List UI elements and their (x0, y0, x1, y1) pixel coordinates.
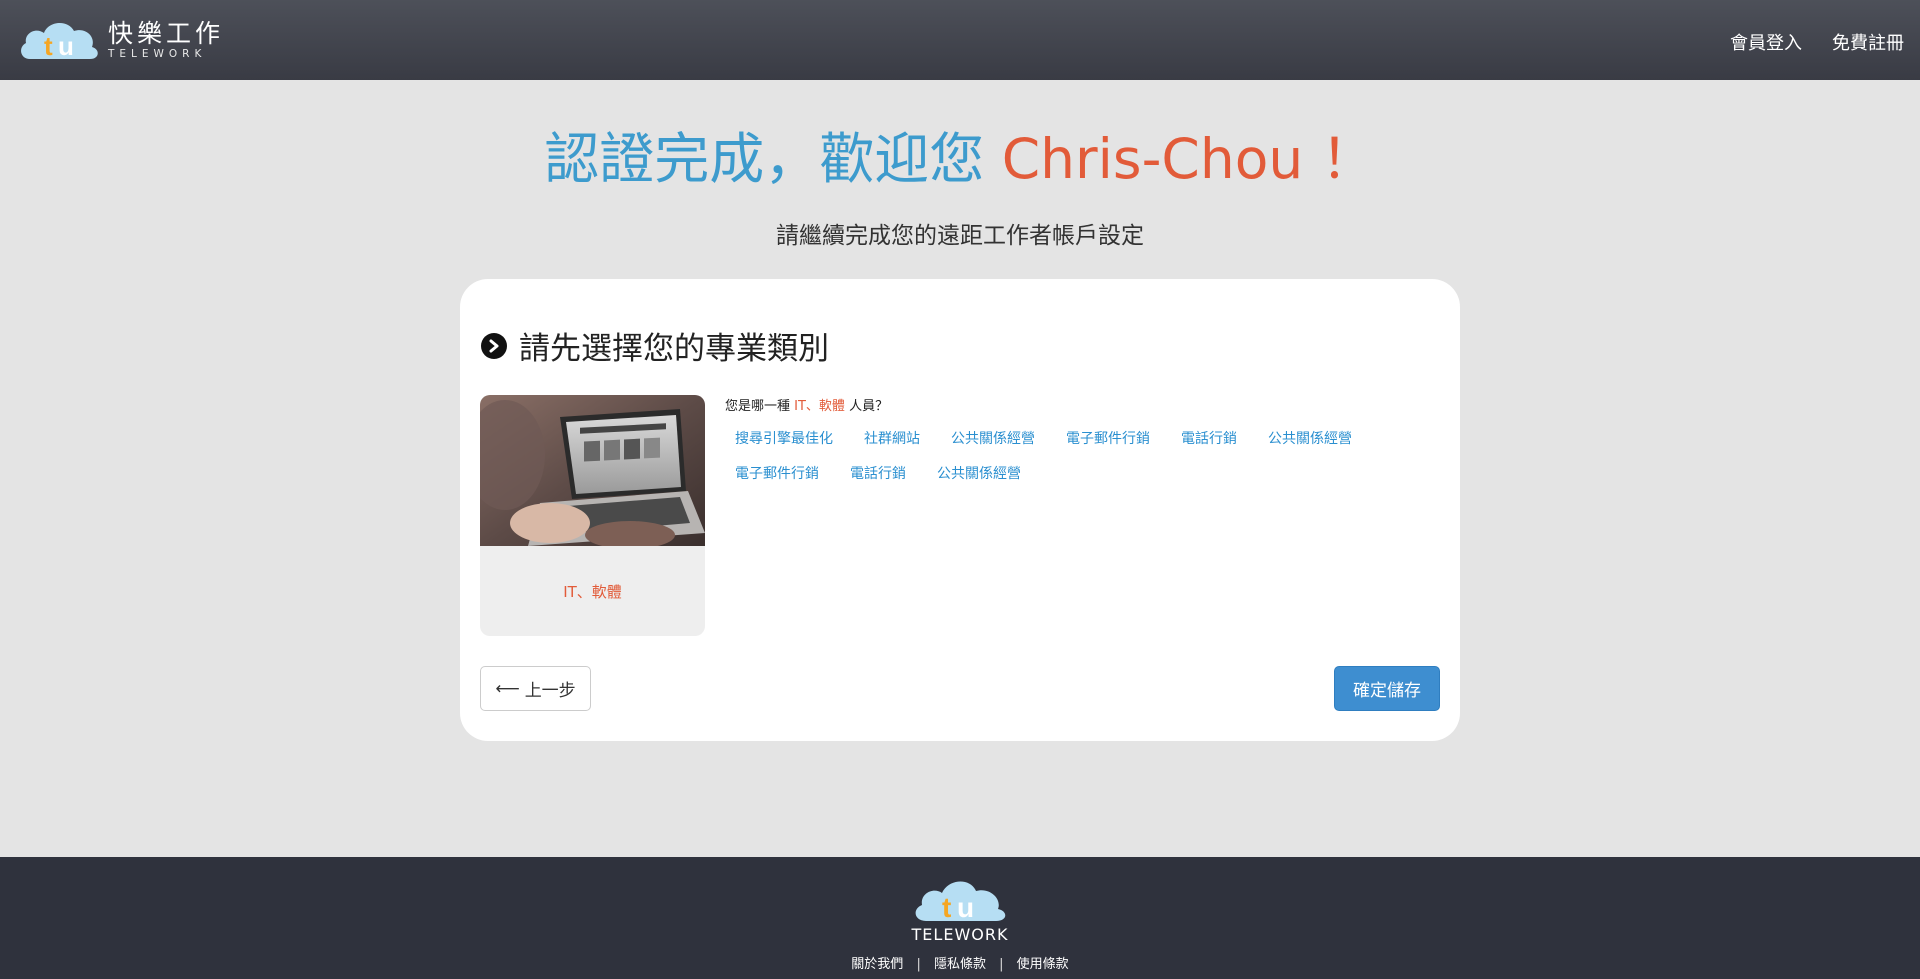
brand-logo[interactable]: t u 快樂工作 TELEWORK (16, 17, 224, 63)
profession-question: 您是哪一種 IT、軟體 人員？ (725, 395, 888, 414)
skill-tag[interactable]: 電子郵件行銷 (1056, 422, 1160, 457)
question-highlight: IT、軟體 (794, 399, 845, 414)
divider: | (999, 957, 1004, 972)
save-button[interactable]: 確定儲存 (1334, 666, 1440, 711)
skill-tag-list: 搜尋引擎最佳化 社群網站 公共關係經營 電子郵件行銷 電話行銷 公共關係經營 電… (725, 422, 1385, 492)
section-title-text: 請先選擇您的專業類別 (519, 331, 829, 367)
question-suffix: 人員？ (849, 399, 889, 414)
title-prefix: 認證完成，歡迎您 (544, 127, 985, 191)
category-card-it[interactable]: IT、軟體 (480, 395, 705, 636)
top-nav: 會員登入 免費註冊 (1700, 25, 1904, 55)
laptop-photo (480, 395, 705, 546)
brand-name-cn: 快樂工作 (108, 19, 225, 48)
page-title: 認證完成，歡迎您 Chris-Chou ！ (0, 126, 1920, 192)
svg-text:u: u (957, 892, 974, 923)
section-title: 請先選擇您的專業類別 (481, 323, 829, 368)
arrow-left-icon: ⟵ (495, 678, 520, 699)
skill-tag[interactable]: 搜尋引擎最佳化 (725, 422, 843, 457)
skill-tag[interactable]: 公共關係經營 (927, 457, 1031, 492)
privacy-link[interactable]: 隱私條款 (934, 957, 986, 972)
cloud-logo-icon: t u (915, 881, 1006, 923)
back-button[interactable]: ⟵ 上一步 (480, 666, 591, 711)
about-link[interactable]: 關於我們 (851, 957, 903, 972)
skill-tag[interactable]: 社群網站 (854, 422, 930, 457)
footer-links: 關於我們 | 隱私條款 | 使用條款 (0, 953, 1920, 972)
svg-text:t: t (44, 31, 53, 61)
skill-tag[interactable]: 公共關係經營 (941, 422, 1045, 457)
login-link[interactable]: 會員登入 (1730, 25, 1802, 55)
skill-tag[interactable]: 電子郵件行銷 (725, 457, 829, 492)
user-name: Chris-Chou (1001, 127, 1304, 191)
title-suffix: ！ (1320, 127, 1376, 191)
top-navbar: t u 快樂工作 TELEWORK 會員登入 免費註冊 (0, 0, 1920, 80)
skill-tag[interactable]: 電話行銷 (840, 457, 916, 492)
svg-text:t: t (942, 892, 951, 923)
profession-card: 請先選擇您的專業類別 IT、軟體 您是哪一種 IT、軟體 人員？ 搜尋引擎最佳化… (460, 279, 1460, 741)
skill-tag[interactable]: 公共關係經營 (1258, 422, 1362, 457)
cloud-logo-icon: t u (21, 22, 98, 61)
brand-name-en: TELEWORK (108, 48, 207, 60)
page-subtitle: 請繼續完成您的遠距工作者帳戶設定 (776, 223, 1144, 249)
footer-brand: TELEWORK (911, 925, 1009, 944)
divider: | (916, 957, 921, 972)
skill-tag[interactable]: 電話行銷 (1171, 422, 1247, 457)
register-link[interactable]: 免費註冊 (1832, 25, 1904, 55)
category-label: IT、軟體 (563, 583, 622, 601)
back-button-label: 上一步 (524, 681, 576, 701)
terms-link[interactable]: 使用條款 (1017, 957, 1069, 972)
circle-arrow-right-icon (481, 332, 507, 359)
footer: t u TELEWORK 關於我們 | 隱私條款 | 使用條款 (0, 857, 1920, 979)
question-prefix: 您是哪一種 (725, 399, 791, 414)
svg-text:u: u (58, 31, 74, 61)
